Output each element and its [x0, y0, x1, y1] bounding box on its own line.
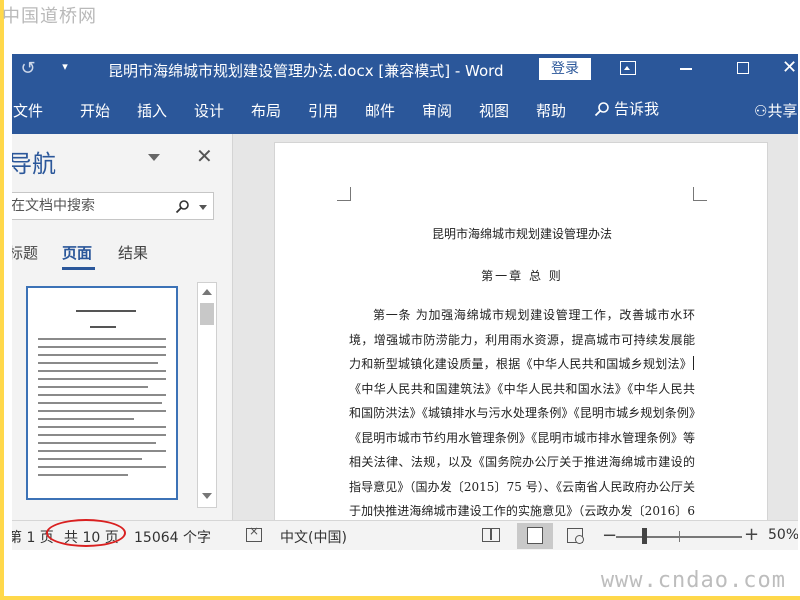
thumbnail-text-line: [38, 386, 148, 388]
proofing-icon[interactable]: [246, 524, 262, 542]
tab-home[interactable]: 开始: [80, 100, 110, 121]
chapter-heading: 第一章 总 则: [481, 269, 563, 283]
paragraph-text-after-cursor: 《中华人民共和国建筑法》《中华人民共和国水法》《中华人民共和国防洪法》《城镇排水…: [349, 381, 695, 519]
window-title: 昆明市海绵城市规划建设管理办法.docx [兼容模式] - Word: [108, 62, 504, 80]
nav-tab-pages[interactable]: 页面: [62, 242, 92, 263]
close-window-icon[interactable]: ✕: [782, 57, 797, 78]
article-one-paragraph[interactable]: 第一条 为加强海绵城市规划建设管理工作，改善城市水环境，增强城市防涝能力，利用雨…: [349, 303, 695, 521]
minimize-icon[interactable]: [680, 68, 692, 70]
nav-scrollbar[interactable]: [197, 282, 217, 508]
thumbnail-text-line: [38, 474, 128, 476]
paragraph-text-before-cursor: 第一条 为加强海绵城市规划建设管理工作，改善城市水环境，增强城市防涝能力，利用雨…: [349, 308, 695, 371]
web-layout-icon[interactable]: [567, 528, 584, 544]
tell-me-label: 告诉我: [614, 100, 660, 118]
thumbnail-text-line: [38, 370, 166, 372]
tab-layout[interactable]: 布局: [251, 100, 281, 121]
tab-file[interactable]: 文件: [13, 100, 43, 121]
search-options-caret-icon[interactable]: [199, 205, 207, 210]
scroll-up-arrow-icon[interactable]: [202, 289, 212, 295]
crop-mark-top-left: [337, 187, 351, 201]
navigation-pane: 导航 ✕ 标题 页面 结果: [12, 134, 233, 520]
image-frame-bottom: [0, 596, 800, 600]
tab-references[interactable]: 引用: [308, 100, 338, 121]
thumbnail-text-line: [38, 426, 166, 428]
thumbnail-text-line: [38, 434, 166, 436]
zoom-out-icon[interactable]: −: [602, 525, 617, 546]
thumbnail-text-line: [38, 394, 166, 396]
watermark-top: 中国道桥网: [2, 6, 97, 27]
thumbnail-text-line: [38, 418, 134, 420]
scroll-down-arrow-icon[interactable]: [202, 493, 212, 499]
thumbnail-text-line: [38, 450, 166, 452]
thumbnail-text-line: [38, 458, 142, 460]
undo-icon[interactable]: ↺: [18, 59, 38, 79]
thumbnail-heading-line: [90, 326, 116, 328]
thumbnail-text-line: [38, 466, 166, 468]
lightbulb-icon: [594, 102, 609, 117]
scroll-thumb[interactable]: [200, 303, 214, 325]
share-button[interactable]: ⚇共享: [754, 100, 797, 121]
zoom-level[interactable]: 50%: [768, 527, 798, 543]
page-count-highlight-ellipse: [46, 519, 126, 547]
crop-mark-top-right: [693, 187, 707, 201]
zoom-slider-thumb[interactable]: [642, 528, 647, 544]
thumbnail-text-line: [38, 338, 166, 340]
thumbnail-text-line: [38, 402, 162, 404]
zoom-slider-center-mark: [679, 531, 680, 542]
print-layout-icon: [527, 527, 543, 544]
text-cursor: [693, 356, 694, 370]
thumbnail-text-line: [38, 378, 166, 380]
ribbon-tabs: 文件 开始 插入 设计 布局 引用 邮件 审阅 视图 帮助 告诉我 ⚇共享: [12, 84, 798, 134]
tab-design[interactable]: 设计: [194, 100, 224, 121]
read-mode-icon[interactable]: [482, 528, 500, 542]
thumbnail-text-line: [38, 410, 166, 412]
quick-access-dropdown-icon[interactable]: ▾: [58, 60, 72, 73]
tab-insert[interactable]: 插入: [137, 100, 167, 121]
tab-view[interactable]: 视图: [479, 100, 509, 121]
nav-tab-results[interactable]: 结果: [118, 242, 148, 263]
active-tab-indicator: [62, 267, 95, 270]
title-bar: ↺ ▾ 昆明市海绵城市规划建设管理办法.docx [兼容模式] - Word 登…: [12, 54, 798, 84]
word-window: ↺ ▾ 昆明市海绵城市规划建设管理办法.docx [兼容模式] - Word 登…: [12, 54, 798, 550]
tab-review[interactable]: 审阅: [422, 100, 452, 121]
tab-mailings[interactable]: 邮件: [365, 100, 395, 121]
maximize-icon[interactable]: [737, 62, 749, 74]
document-title: 昆明市海绵城市规划建设管理办法: [431, 227, 612, 241]
watermark-bottom: www.cndao.com: [600, 568, 786, 593]
search-icon[interactable]: [175, 199, 190, 214]
word-count[interactable]: 15064 个字: [134, 527, 211, 547]
thumbnail-text-line: [38, 442, 156, 444]
page-thumbnail[interactable]: [26, 286, 178, 500]
nav-tab-headings[interactable]: 标题: [12, 242, 38, 263]
zoom-in-icon[interactable]: +: [744, 524, 759, 545]
tell-me-box[interactable]: 告诉我: [594, 98, 659, 119]
nav-pane-title: 导航: [12, 150, 56, 178]
person-plus-icon: ⚇: [754, 102, 768, 120]
thumbnail-text-line: [38, 362, 158, 364]
language-indicator[interactable]: 中文(中国): [280, 527, 347, 547]
login-button[interactable]: 登录: [539, 58, 591, 80]
document-page[interactable]: 昆明市海绵城市规划建设管理办法 第一章 总 则 第一条 为加强海绵城市规划建设管…: [274, 142, 768, 522]
thumbnail-title-line: [76, 310, 136, 312]
nav-close-icon[interactable]: ✕: [196, 144, 213, 168]
image-frame-left: [0, 0, 4, 600]
nav-search-input[interactable]: [12, 196, 171, 216]
nav-search-box: [12, 192, 214, 220]
ribbon-display-options-icon[interactable]: [620, 61, 636, 75]
status-bar: 第 1 页 共 10 页 15064 个字 中文(中国) − + 50%: [12, 520, 798, 550]
thumbnail-text-line: [38, 346, 166, 348]
tab-help[interactable]: 帮助: [536, 100, 566, 121]
thumbnail-text-line: [38, 354, 166, 356]
nav-options-dropdown-icon[interactable]: [148, 154, 160, 161]
share-label: 共享: [767, 102, 798, 120]
